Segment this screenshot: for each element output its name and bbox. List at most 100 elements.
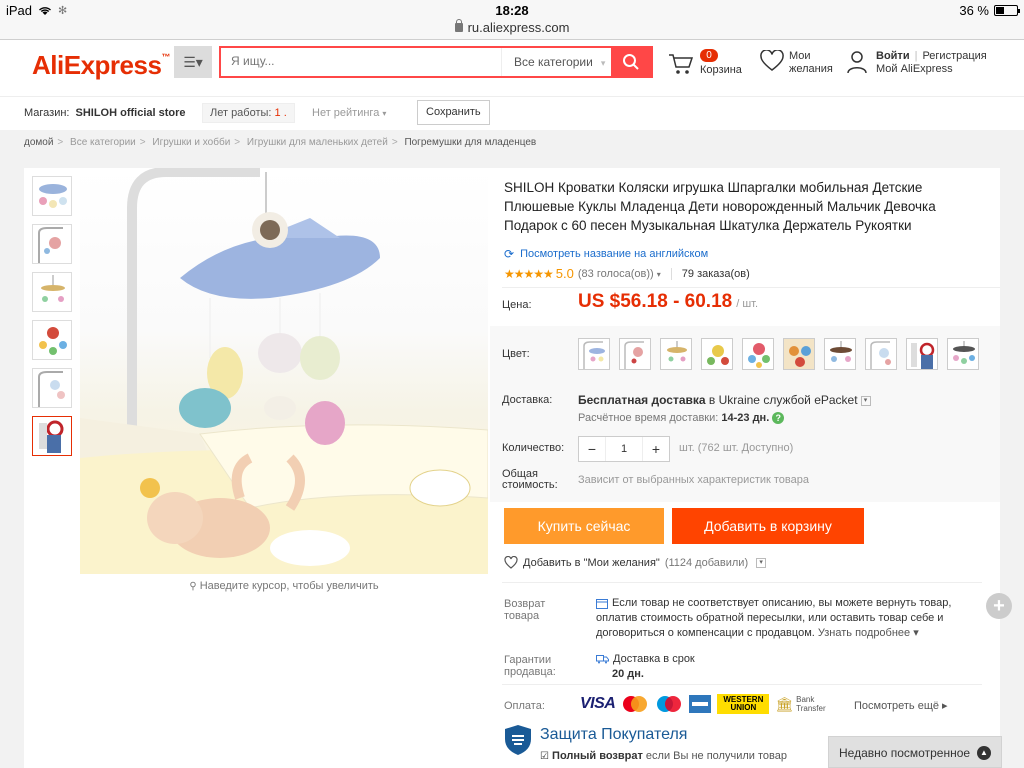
- cart-icon: [669, 54, 694, 74]
- save-store-button[interactable]: Сохранить: [417, 100, 490, 125]
- delivery-estimate: Расчётное время доставки: 14-23 дн.?: [578, 412, 785, 425]
- clock: 18:28: [495, 3, 529, 18]
- register-link[interactable]: Регистрация: [922, 50, 986, 62]
- wishlist-link[interactable]: Мои желания: [760, 49, 833, 77]
- chevron-down-icon: ▾: [756, 557, 767, 568]
- breadcrumb-item[interactable]: Все категории: [70, 137, 136, 148]
- cart-count-badge: 0: [700, 49, 718, 62]
- product-thumbnail[interactable]: [32, 224, 72, 264]
- product-thumbnail[interactable]: [32, 176, 72, 216]
- translate-icon: ⟳: [504, 247, 515, 261]
- menu-icon: ☰▾: [183, 53, 203, 70]
- total-value: Зависит от выбранных характеристик товар…: [578, 474, 809, 486]
- my-aliexpress-link[interactable]: Мой AliExpress: [876, 63, 987, 76]
- price-label: Цена:: [502, 299, 532, 311]
- add-circle-button[interactable]: +: [986, 593, 1012, 619]
- star-rating-icon: ★★★★★: [504, 266, 554, 281]
- color-swatch[interactable]: [865, 338, 897, 370]
- color-swatch[interactable]: [701, 338, 733, 370]
- store-bar: Магазин: SHILOH official store Лет работы…: [0, 96, 1024, 130]
- price-value: US $56.18 - 60.18/ шт.: [578, 291, 759, 312]
- learn-more-link[interactable]: Узнать подробнее ▾: [818, 627, 919, 639]
- shield-icon: [505, 725, 531, 755]
- translate-title-link[interactable]: ⟳ Посмотреть название на английском: [504, 247, 708, 261]
- user-icon: [847, 51, 867, 74]
- heart-plus-icon: [504, 556, 518, 569]
- store-label: Магазин:: [24, 107, 70, 119]
- product-thumbnail[interactable]: [32, 272, 72, 312]
- calendar-icon: [596, 598, 608, 609]
- breadcrumb-item[interactable]: Игрушки и хобби: [152, 137, 230, 148]
- color-swatch[interactable]: [947, 338, 979, 370]
- wishlist-label: Мои желания: [789, 50, 833, 75]
- color-swatch[interactable]: [742, 338, 774, 370]
- magnifier-icon: ⚲: [189, 581, 197, 592]
- votes-link[interactable]: (83 голоса(ов)) ▾: [578, 268, 661, 280]
- breadcrumb-item[interactable]: домой: [24, 137, 53, 148]
- mastercard-logo: [623, 696, 648, 712]
- product-thumbnail-selected[interactable]: [32, 416, 72, 456]
- lock-icon: [454, 19, 463, 32]
- quantity-input[interactable]: 1: [605, 437, 643, 461]
- product-thumbnail[interactable]: [32, 320, 72, 360]
- thumbnail-list: [32, 176, 74, 464]
- help-icon[interactable]: ?: [772, 412, 785, 425]
- buy-now-button[interactable]: Купить сейчас: [504, 508, 664, 544]
- chevron-down-icon: ▾: [860, 395, 871, 406]
- payment-label: Оплата:: [504, 700, 545, 712]
- site-header: AliExpress™ ☰▾ Все категории▾ 0 Корзина …: [0, 40, 1024, 96]
- product-photo: [80, 168, 488, 574]
- color-swatch[interactable]: [824, 338, 856, 370]
- color-swatches: [578, 338, 979, 370]
- aliexpress-logo[interactable]: AliExpress™: [32, 50, 170, 81]
- quantity-increase-button[interactable]: +: [643, 437, 669, 461]
- color-swatch[interactable]: [619, 338, 651, 370]
- guarantee-label: Гарантии продавца:: [504, 654, 556, 678]
- product-main-image[interactable]: [80, 168, 488, 574]
- signin-link[interactable]: Войти: [876, 50, 910, 62]
- bank-transfer-logo: 🏛 Bank Transfer: [775, 695, 826, 713]
- address-bar[interactable]: ru.aliexpress.com: [0, 19, 1024, 35]
- quantity-decrease-button[interactable]: −: [579, 437, 605, 461]
- cart-link[interactable]: 0 Корзина: [668, 48, 758, 84]
- full-refund-line: ☑ Полный возврат если Вы не получили тов…: [540, 750, 787, 762]
- visa-logo: VISA: [580, 695, 616, 712]
- american-express-logo: [689, 695, 712, 713]
- recently-viewed-bar[interactable]: Недавно посмотренное ▲: [828, 736, 1002, 768]
- category-select[interactable]: Все категории ▾: [501, 48, 613, 76]
- checkbox-icon: ☑: [540, 751, 549, 762]
- add-to-cart-button[interactable]: Добавить в корзину: [672, 508, 864, 544]
- color-swatch[interactable]: [660, 338, 692, 370]
- status-right: 36 %: [959, 3, 1020, 18]
- chevron-up-icon: ▲: [977, 746, 991, 760]
- chevron-down-icon: ▾: [600, 58, 606, 68]
- account-menu: Войти | Регистрация Мой AliExpress: [846, 50, 987, 79]
- western-union-logo: WESTERN UNION: [717, 694, 770, 714]
- total-label: Общая стоимость:: [502, 468, 558, 491]
- orders-count: 79 заказа(ов): [681, 267, 750, 280]
- breadcrumb: домой > Все категории > Игрушки и хобби > И…: [24, 137, 537, 148]
- store-rating[interactable]: Нет рейтинга ▾: [312, 107, 386, 119]
- search-icon: [623, 54, 639, 70]
- add-to-wishlist[interactable]: Добавить в "Мои желания" (1124 добавили)…: [504, 556, 767, 569]
- color-swatch[interactable]: [906, 338, 938, 370]
- quantity-label: Количество:: [502, 442, 565, 454]
- product-thumbnail[interactable]: [32, 368, 72, 408]
- search-input[interactable]: [231, 54, 491, 68]
- delivery-truck-icon: [596, 655, 609, 664]
- chevron-down-icon: ▾: [656, 269, 661, 279]
- shipping-info[interactable]: Бесплатная доставка в Ukraine службой eP…: [578, 393, 871, 407]
- product-card: ⚲ Наведите курсор, чтобы увеличить SHILO…: [24, 168, 1000, 768]
- breadcrumb-item[interactable]: Игрушки для маленьких детей: [247, 137, 388, 148]
- quantity-available: шт. (762 шт. Доступно): [679, 442, 794, 454]
- store-name-link[interactable]: SHILOH official store: [76, 107, 186, 119]
- category-menu-button[interactable]: ☰▾: [174, 46, 212, 78]
- payment-methods: VISA WESTERN UNION 🏛 Bank Transfer: [580, 694, 826, 714]
- battery-percent: 36 %: [959, 3, 989, 18]
- see-more-payments-link[interactable]: Посмотреть ещё ▸: [854, 699, 948, 712]
- color-swatch[interactable]: [783, 338, 815, 370]
- quantity-stepper: − 1 +: [578, 436, 670, 462]
- color-label: Цвет:: [502, 348, 530, 360]
- search-button[interactable]: [611, 48, 651, 76]
- color-swatch[interactable]: [578, 338, 610, 370]
